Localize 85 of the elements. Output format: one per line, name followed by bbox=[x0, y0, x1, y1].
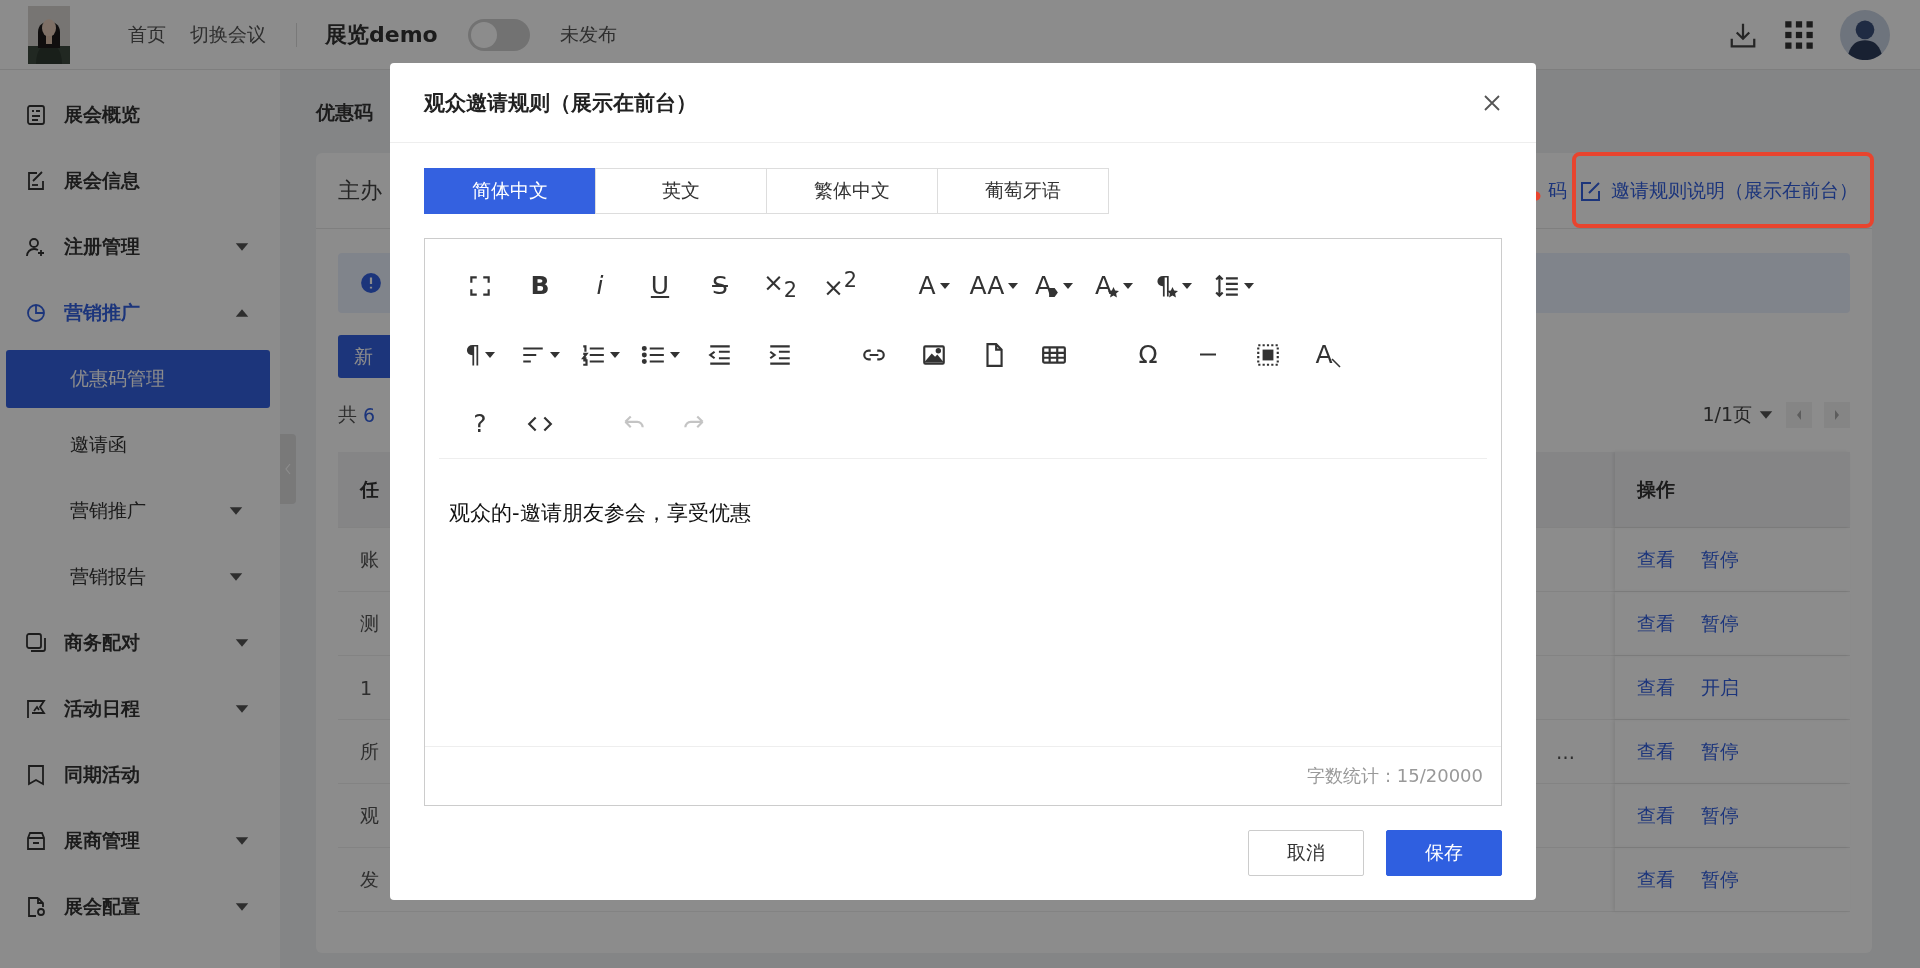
publish-toggle[interactable] bbox=[467, 18, 530, 51]
action-link[interactable]: 暂停 bbox=[1701, 802, 1739, 829]
sidebar-item[interactable]: 优惠码管理 bbox=[6, 350, 270, 408]
action-link[interactable]: 查看 bbox=[1637, 866, 1675, 893]
rules-link[interactable]: 邀请规则说明（展示在前台） bbox=[1579, 177, 1858, 204]
list-doc-icon bbox=[24, 103, 48, 127]
action-link[interactable]: 查看 bbox=[1637, 802, 1675, 829]
column-header: 操作 bbox=[1615, 452, 1850, 527]
format-button[interactable]: U bbox=[633, 265, 687, 306]
format-button[interactable]: Ω bbox=[1121, 334, 1175, 375]
format-button[interactable]: AA bbox=[967, 265, 1021, 306]
format-button[interactable]: ? bbox=[453, 403, 507, 444]
pie-chart-icon bbox=[24, 301, 48, 325]
sidebar-item[interactable]: 邀请函 bbox=[6, 412, 274, 478]
format-button[interactable]: A bbox=[907, 265, 961, 306]
format-button[interactable]: S bbox=[693, 265, 747, 306]
copy-icon bbox=[24, 631, 48, 655]
tag-icon bbox=[1048, 287, 1060, 298]
table-cell-text: 观 bbox=[359, 802, 380, 828]
column-header: 任 bbox=[358, 476, 380, 502]
sidebar-item[interactable]: 展会概览 bbox=[0, 82, 280, 148]
format-button[interactable]: ¶ bbox=[453, 334, 507, 375]
chevron-right-icon bbox=[1833, 409, 1841, 421]
format-button[interactable]: i bbox=[573, 265, 627, 306]
sidebar-item[interactable]: 营销推广 bbox=[0, 280, 280, 346]
word-count: 字数统计 : 15/20000 bbox=[425, 746, 1501, 805]
page-select[interactable]: 1/1页 bbox=[1702, 402, 1752, 428]
action-link[interactable]: 暂停 bbox=[1701, 610, 1739, 637]
format-button[interactable]: A bbox=[1087, 265, 1141, 306]
sidebar-item[interactable]: 展会信息 bbox=[0, 148, 280, 214]
event-name: 展览demo bbox=[325, 20, 438, 49]
info-icon bbox=[360, 272, 382, 294]
sidebar-item[interactable]: 展会配置 bbox=[0, 874, 280, 940]
line-height-icon bbox=[1214, 272, 1240, 299]
action-link[interactable]: 查看 bbox=[1637, 674, 1675, 701]
table-cell-text: 发 bbox=[359, 866, 380, 892]
card-title: 主办 bbox=[338, 176, 382, 205]
format-button[interactable]: A bbox=[1301, 334, 1355, 375]
save-button[interactable]: 保存 bbox=[1386, 830, 1502, 876]
action-link[interactable]: 暂停 bbox=[1701, 866, 1739, 893]
sidebar-item[interactable]: 商务配对 bbox=[0, 610, 280, 676]
chevron-left-icon bbox=[1795, 409, 1803, 421]
sidebar-item[interactable]: 同期活动 bbox=[0, 742, 280, 808]
star-icon bbox=[1167, 287, 1179, 298]
sidebar-item[interactable]: 注册管理 bbox=[0, 214, 280, 280]
publish-status: 未发布 bbox=[559, 21, 617, 47]
language-tab[interactable]: 英文 bbox=[595, 168, 767, 214]
action-link[interactable]: 暂停 bbox=[1701, 738, 1739, 765]
apps-grid-icon[interactable] bbox=[1784, 19, 1814, 50]
breadcrumb: 优惠码 bbox=[316, 100, 373, 125]
action-link[interactable]: 查看 bbox=[1637, 738, 1675, 765]
action-link[interactable]: 查看 bbox=[1637, 546, 1675, 573]
table-cell-text: 1 bbox=[359, 676, 374, 699]
table-cell-text: 所 bbox=[359, 738, 380, 764]
action-link[interactable]: 开启 bbox=[1701, 674, 1739, 701]
header-link[interactable]: 码 bbox=[1548, 177, 1567, 204]
select-all-icon bbox=[1255, 341, 1281, 368]
language-tab[interactable]: 繁体中文 bbox=[766, 168, 938, 214]
sidebar-item[interactable]: 展商管理 bbox=[0, 808, 280, 874]
nav-link[interactable]: 切换会议 bbox=[190, 21, 266, 48]
caret-icon bbox=[1758, 410, 1774, 420]
close-icon[interactable] bbox=[1482, 92, 1502, 113]
sidebar-item[interactable]: 活动日程 bbox=[0, 676, 280, 742]
language-tab[interactable]: 葡萄牙语 bbox=[937, 168, 1109, 214]
nav-link[interactable]: 首页 bbox=[128, 21, 166, 48]
table-cell: … bbox=[1556, 740, 1575, 763]
cancel-button[interactable]: 取消 bbox=[1248, 830, 1364, 876]
table-cell-text: 测 bbox=[359, 610, 380, 636]
format-button[interactable]: B bbox=[513, 265, 567, 306]
format-button[interactable]: ¶ bbox=[1147, 265, 1201, 306]
format-button[interactable]: ×$^{2}$ bbox=[813, 265, 867, 306]
flag-icon bbox=[24, 697, 48, 721]
language-tab[interactable]: 简体中文 bbox=[424, 168, 596, 214]
total-count: 6 bbox=[363, 404, 376, 426]
sidebar-item[interactable]: 营销报告 bbox=[6, 544, 274, 610]
action-link[interactable]: 查看 bbox=[1637, 610, 1675, 637]
sidebar-item[interactable]: 营销推广 bbox=[6, 478, 274, 544]
editor-text[interactable]: 观众的-邀请朋友参会，享受优惠 bbox=[425, 459, 1501, 746]
store-icon bbox=[24, 829, 48, 853]
avatar[interactable] bbox=[1840, 9, 1890, 60]
format-button[interactable]: ×$_{2}$ bbox=[753, 265, 807, 306]
total-label: 共 bbox=[338, 402, 357, 427]
dialog-title: 观众邀请规则（展示在前台） bbox=[424, 89, 697, 117]
table-cell-text: 账 bbox=[359, 546, 380, 572]
action-link[interactable]: 暂停 bbox=[1701, 546, 1739, 573]
